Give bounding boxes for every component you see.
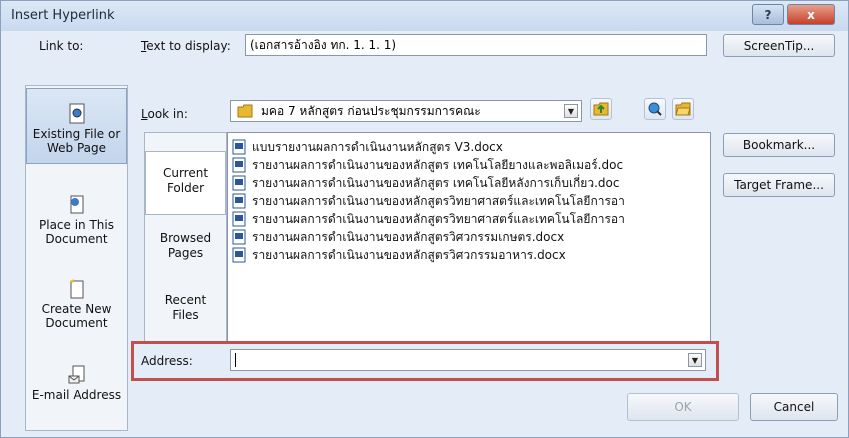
target-frame-button-label: Target Frame... [734,178,824,192]
list-item[interactable]: แบบรายงานผลการดำเนินงานหลักสูตร V3.docx [232,138,503,156]
cancel-button-label: Cancel [773,400,815,414]
list-item[interactable]: รายงานผลการดำเนินงานของหลักสูตรวิทยาศาสต… [232,210,625,228]
word-document-icon [232,211,246,227]
screentip-button-label: ScreenTip... [743,38,815,53]
file-name: รายงานผลการดำเนินงานของหลักสูตรวิทยาศาสต… [252,211,625,226]
browse-web-button[interactable] [644,98,666,120]
sub-browsed-pages[interactable]: Browsed Pages [145,231,226,275]
link-create-new-document[interactable]: Create New Document [26,278,127,338]
insert-hyperlink-dialog: Insert Hyperlink ? x Link to: Text to di… [0,0,849,438]
title-bar: Insert Hyperlink ? x [1,1,848,31]
browse-web-icon [648,102,662,116]
folder-icon [237,104,253,118]
chevron-down-icon: ▼ [691,355,699,365]
list-item[interactable]: รายงานผลการดำเนินงานของหลักสูตรวิทยาศาสต… [232,192,625,210]
ok-button-label: OK [674,400,692,414]
word-document-icon [232,157,246,173]
link-place-in-document-label: Place in This Document [39,218,114,246]
browse-file-button[interactable] [672,98,694,120]
file-name: รายงานผลการดำเนินงานของหลักสูตร เทคโนโลย… [252,157,624,172]
address-input[interactable]: ▼ [230,349,706,371]
look-in-label: Look in: [141,107,188,121]
word-document-icon [232,139,246,155]
file-list[interactable]: แบบรายงานผลการดำเนินงานหลักสูตร V3.docx … [227,132,711,342]
text-cursor [235,353,236,367]
link-place-in-document[interactable]: Place in This Document [26,194,127,254]
look-in-label-rest: ook in: [147,107,188,121]
look-in-select[interactable]: มคอ 7 หลักสูตร ก่อนประชุมกรรมการคณะ ▼ [230,100,582,122]
list-item[interactable]: รายงานผลการดำเนินงานของหลักสูตรวิศวกรรมอ… [232,246,566,264]
address-dropdown-arrow[interactable]: ▼ [688,353,702,367]
text-to-display-input[interactable]: (เอกสารอ้างอิง ทก. 1. 1. 1) [245,34,707,56]
text-to-display-value: (เอกสารอ้างอิง ทก. 1. 1. 1) [250,37,397,52]
up-one-folder-button[interactable] [590,98,612,120]
file-name: แบบรายงานผลการดำเนินงานหลักสูตร V3.docx [252,139,503,154]
link-create-new-document-label: Create New Document [41,302,112,330]
look-in-dropdown-arrow[interactable]: ▼ [564,104,578,118]
link-existing-file[interactable]: Existing File or Web Page [26,88,127,164]
target-frame-button[interactable]: Target Frame... [723,173,835,197]
word-document-icon [232,229,246,245]
help-icon: ? [764,7,772,22]
look-in-value: มคอ 7 หลักสูตร ก่อนประชุมกรรมการคณะ [261,103,481,118]
file-name: รายงานผลการดำเนินงานของหลักสูตรวิทยาศาสต… [252,193,625,208]
cancel-button[interactable]: Cancel [750,393,838,421]
bookmark-button[interactable]: Bookmark... [723,133,835,157]
word-document-icon [232,193,246,209]
sub-recent-files[interactable]: Recent Files [145,293,226,337]
file-name: รายงานผลการดำเนินงานของหลักสูตร เทคโนโลย… [252,175,620,190]
link-email-address-label: E-mail Address [31,388,122,402]
dialog-body: Link to: Text to display: (เอกสารอ้างอิง… [1,31,848,437]
link-to-bar: Existing File or Web Page Place in This … [25,85,128,431]
help-button[interactable]: ? [752,4,784,25]
link-existing-file-label: Existing File or Web Page [32,127,121,155]
up-folder-icon [593,102,609,116]
close-icon: x [807,7,815,22]
existing-file-icon [69,103,84,124]
close-button[interactable]: x [787,4,835,25]
create-new-document-icon [69,279,83,299]
sub-current-folder-label: Current Folder [162,166,209,195]
text-to-display-label-rest: ext to display: [146,39,231,53]
list-item[interactable]: รายงานผลการดำเนินงานของหลักสูตร เทคโนโลย… [232,174,619,192]
text-to-display-label: Text to display: [141,39,231,53]
chevron-down-icon: ▼ [567,106,575,116]
link-to-label: Link to: [39,39,84,53]
window-title: Insert Hyperlink [11,8,115,23]
place-in-document-icon [70,195,83,214]
word-document-icon [232,175,246,191]
list-item[interactable]: รายงานผลการดำเนินงานของหลักสูตร เทคโนโลย… [232,156,623,174]
sub-nav-bar: Current Folder Browsed Pages Recent File… [144,132,227,342]
screentip-button[interactable]: ScreenTip... [723,34,835,57]
bookmark-button-label: Bookmark... [742,138,816,152]
word-document-icon [232,247,246,263]
sub-browsed-pages-label: Browsed Pages [159,231,212,260]
ok-button[interactable]: OK [627,393,739,421]
file-name: รายงานผลการดำเนินงานของหลักสูตรวิศวกรรมอ… [252,247,566,262]
file-name: รายงานผลการดำเนินงานของหลักสูตรวิศวกรรมเ… [252,229,565,244]
sub-recent-files-label: Recent Files [164,293,207,322]
address-label: Address: [141,354,193,368]
list-item[interactable]: รายงานผลการดำเนินงานของหลักสูตรวิศวกรรมเ… [232,228,564,246]
sub-current-folder[interactable]: Current Folder [145,151,226,215]
browse-file-icon [675,102,691,116]
link-email-address[interactable]: E-mail Address [26,364,127,424]
email-address-icon [68,365,84,384]
